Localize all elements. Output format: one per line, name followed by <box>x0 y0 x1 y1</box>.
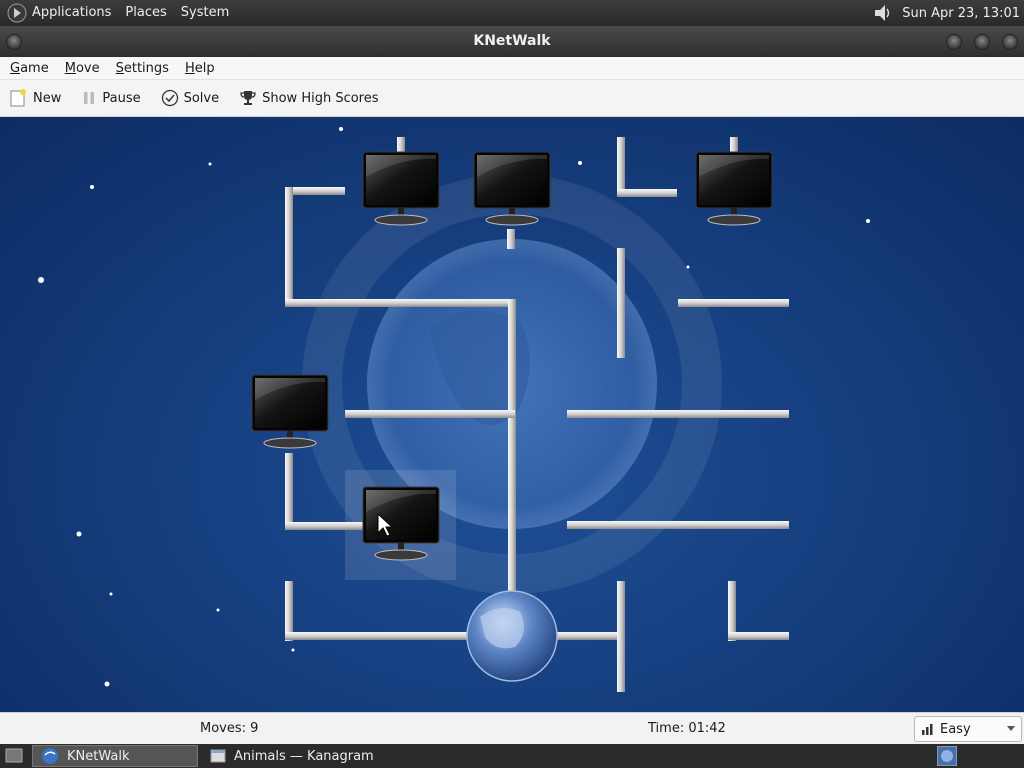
statusbar: Moves: 9 Time: 01:42 Easy <box>0 712 1024 744</box>
new-label: New <box>33 90 62 106</box>
task-label: Animals — Kanagram <box>234 748 374 764</box>
menu-move[interactable]: Move <box>57 61 108 76</box>
gnome-foot-icon[interactable] <box>6 2 28 24</box>
moves-counter: Moves: 9 <box>200 721 259 736</box>
time-counter: Time: 01:42 <box>648 721 726 736</box>
knetwalk-app-icon <box>42 748 58 764</box>
speaker-icon[interactable] <box>872 2 894 24</box>
tray-app-icon[interactable] <box>937 746 957 766</box>
menu-help[interactable]: Help <box>177 61 223 76</box>
task-label: KNetWalk <box>67 748 130 764</box>
difficulty-value: Easy <box>940 721 971 737</box>
monitor-node[interactable] <box>695 151 773 226</box>
top-panel: Applications Places System Sun Apr 23, 1… <box>0 0 1024 26</box>
close-button[interactable] <box>1002 34 1018 50</box>
window-title: KNetWalk <box>473 33 551 49</box>
difficulty-select[interactable]: Easy <box>914 716 1022 742</box>
trophy-icon <box>240 91 256 105</box>
taskbar: KNetWalk Animals — Kanagram <box>0 744 1024 768</box>
maximize-button[interactable] <box>974 34 990 50</box>
panel-clock[interactable]: Sun Apr 23, 13:01 <box>902 6 1020 21</box>
window-titlebar[interactable]: KNetWalk <box>0 26 1024 57</box>
minimize-button[interactable] <box>946 34 962 50</box>
menu-game[interactable]: Game <box>0 61 57 76</box>
menu-settings[interactable]: Settings <box>108 61 177 76</box>
menubar: Game Move Settings Help <box>0 57 1024 80</box>
task-kanagram[interactable]: Animals — Kanagram <box>202 745 382 767</box>
chevron-down-icon <box>1007 726 1015 731</box>
pause-icon <box>84 92 95 104</box>
panel-menu-applications[interactable]: Applications <box>28 0 118 26</box>
high-scores-button[interactable]: Show High Scores <box>229 82 388 114</box>
new-button[interactable]: New <box>0 82 71 114</box>
panel-menu-places[interactable]: Places <box>118 0 173 26</box>
high-scores-label: Show High Scores <box>262 90 379 106</box>
panel-menu-system[interactable]: System <box>174 0 236 26</box>
game-board[interactable] <box>0 117 1024 712</box>
difficulty-bars-icon <box>922 724 933 735</box>
pause-label: Pause <box>102 90 141 106</box>
pause-button[interactable]: Pause <box>71 82 150 114</box>
show-desktop-button[interactable] <box>0 745 28 767</box>
desktop-icon <box>5 748 23 763</box>
network-grid <box>38 127 870 692</box>
checkmark-icon <box>161 89 178 107</box>
window-icon <box>210 749 226 763</box>
solve-label: Solve <box>183 90 220 106</box>
server-globe-icon[interactable] <box>466 590 558 682</box>
toolbar: New Pause Solve Show High Scores <box>0 80 1024 117</box>
task-knetwalk[interactable]: KNetWalk <box>32 745 198 767</box>
solve-button[interactable]: Solve <box>151 82 230 114</box>
new-document-icon <box>10 89 26 107</box>
